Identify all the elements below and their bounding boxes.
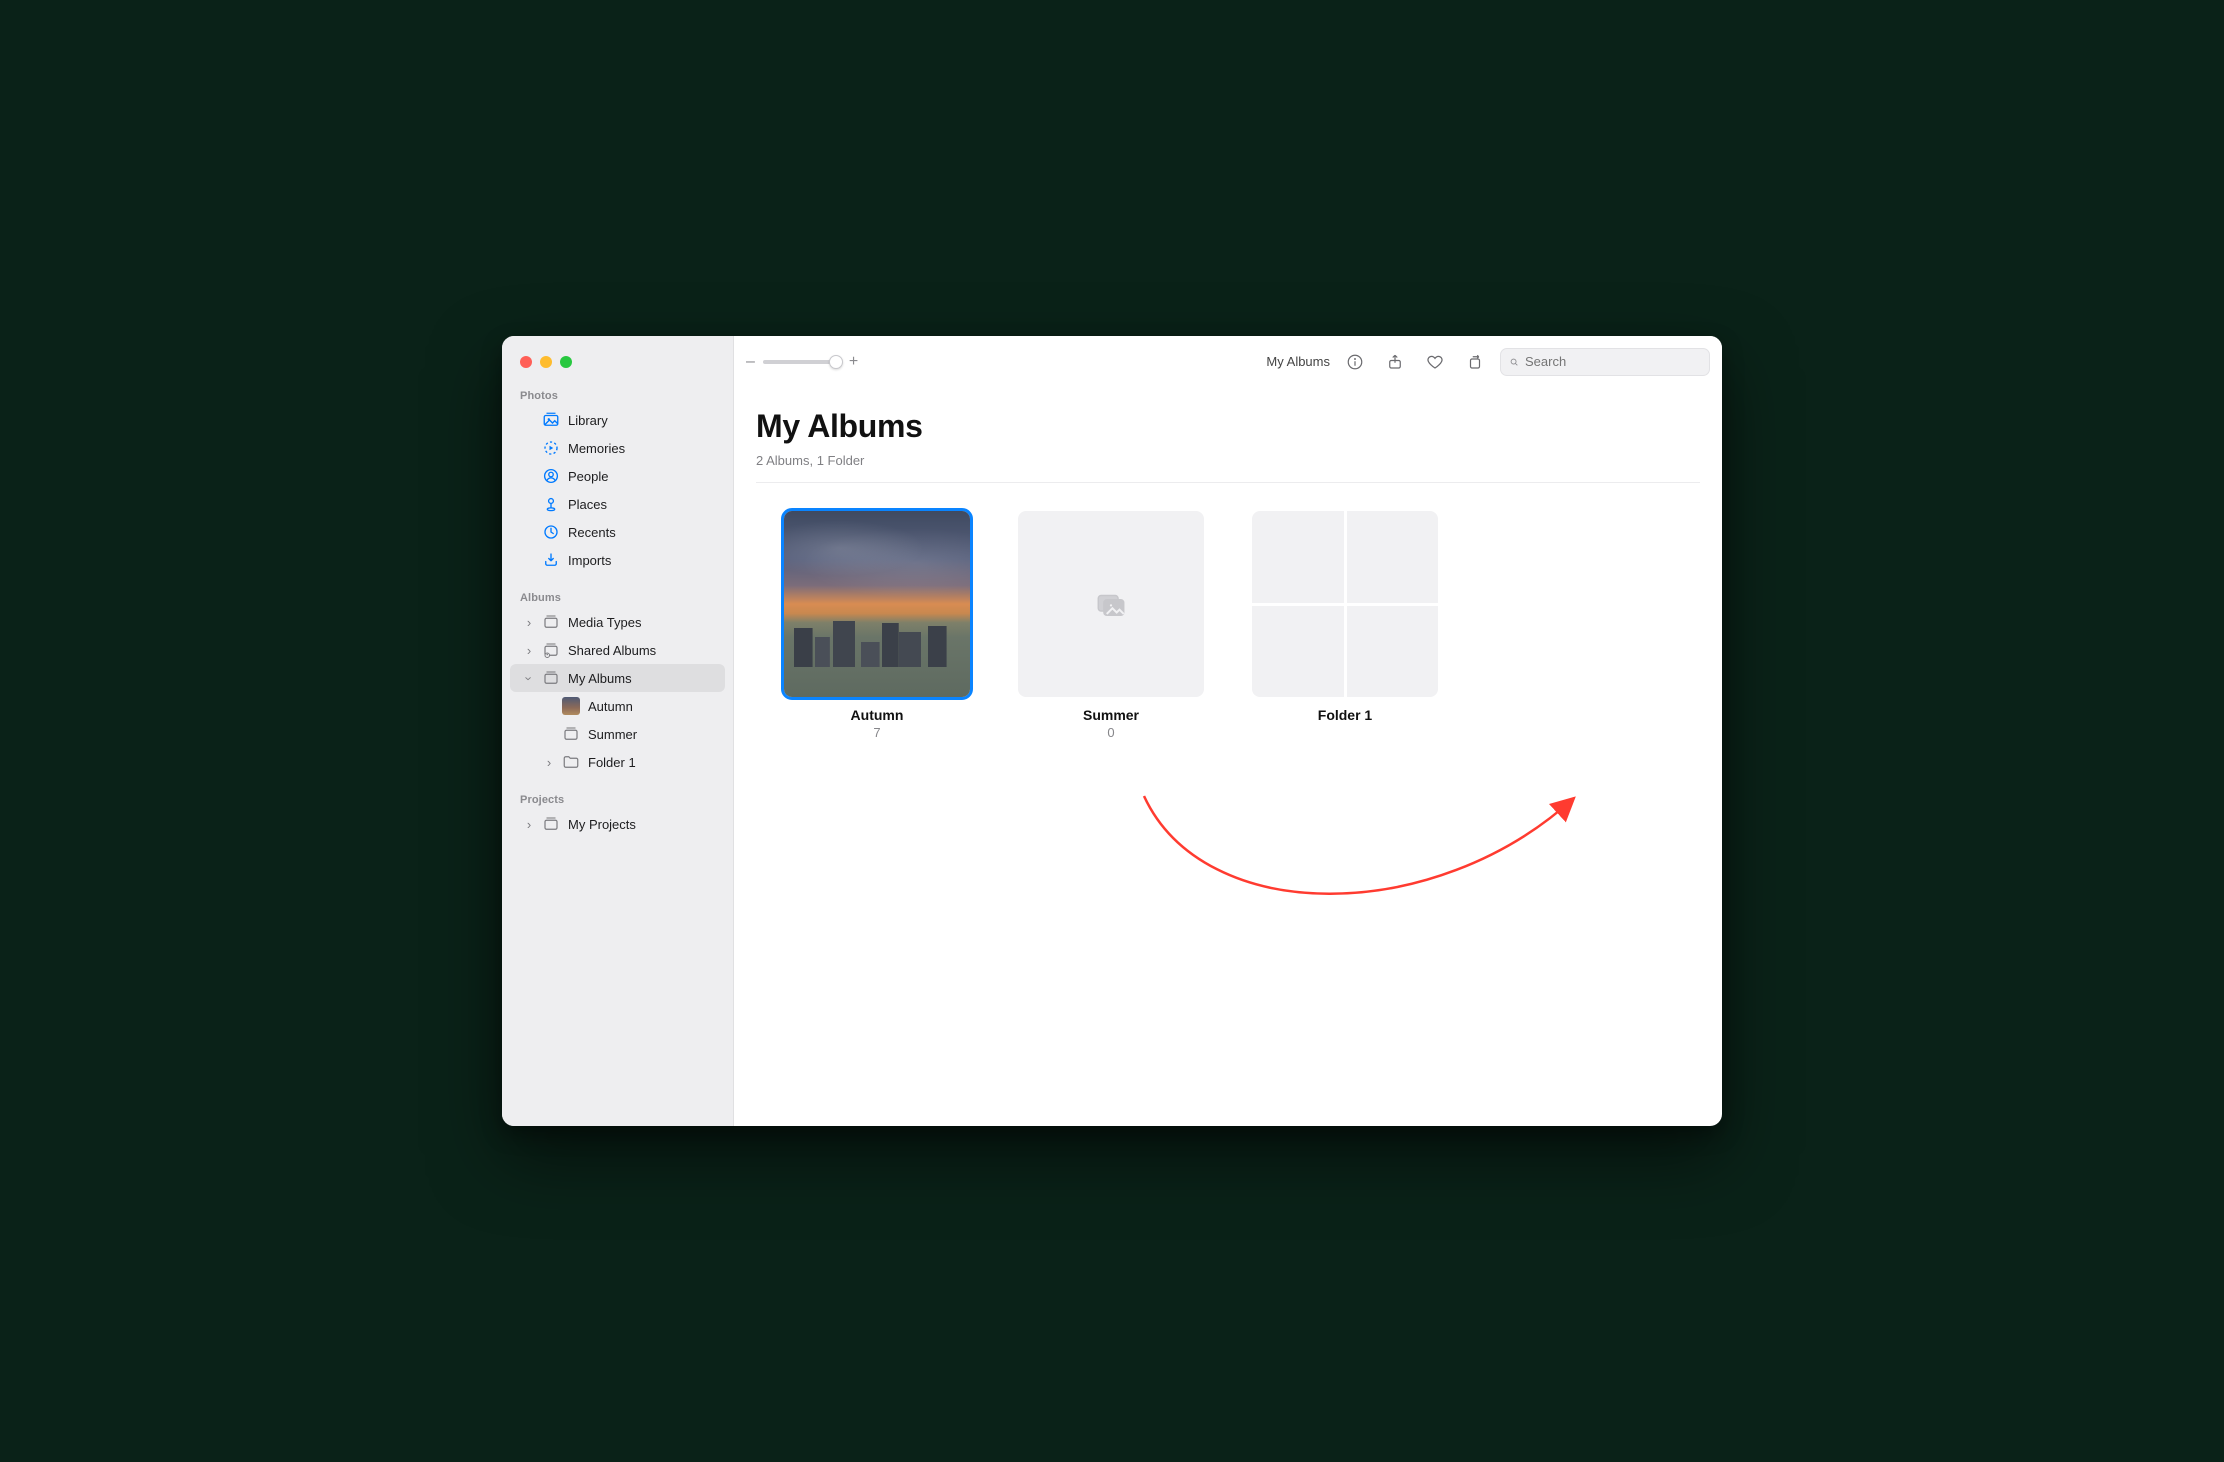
window-controls (502, 346, 733, 384)
sidebar-item-label: Media Types (568, 615, 641, 630)
sidebar-item-label: Places (568, 497, 607, 512)
chevron-right-icon[interactable]: › (524, 817, 534, 832)
library-icon (542, 411, 560, 429)
album-title: Autumn (851, 707, 904, 723)
sidebar-item-label: My Projects (568, 817, 636, 832)
shared-album-icon (542, 641, 560, 659)
zoom-out-button[interactable]: – (746, 353, 755, 371)
sidebar-item-my-projects[interactable]: › My Projects (510, 810, 725, 838)
places-icon (542, 495, 560, 513)
sidebar-item-memories[interactable]: › Memories (510, 434, 725, 462)
share-button[interactable] (1380, 349, 1410, 375)
annotation-arrow (1034, 726, 1634, 946)
album-cover[interactable] (784, 511, 970, 697)
sidebar: Photos › Library › Memories › People › (502, 336, 734, 1126)
search-icon (1509, 355, 1519, 369)
memories-icon (542, 439, 560, 457)
album-cover[interactable] (1018, 511, 1204, 697)
album-thumbnail-icon (562, 697, 580, 715)
imports-icon (542, 551, 560, 569)
sidebar-item-label: Recents (568, 525, 616, 540)
sidebar-item-people[interactable]: › People (510, 462, 725, 490)
sidebar-group-label-photos: Photos (502, 384, 733, 406)
album-title: Summer (1083, 707, 1139, 723)
album-count: 0 (1107, 725, 1114, 740)
chevron-right-icon[interactable]: › (524, 643, 534, 658)
sidebar-group-label-projects: Projects (502, 788, 733, 810)
album-card-autumn[interactable]: Autumn 7 (784, 511, 970, 740)
album-thumbnail-image (784, 511, 970, 697)
sidebar-item-recents[interactable]: › Recents (510, 518, 725, 546)
album-grid: Autumn 7 Summer 0 (756, 483, 1700, 740)
album-icon (542, 815, 560, 833)
sidebar-item-label: Memories (568, 441, 625, 456)
sidebar-item-imports[interactable]: › Imports (510, 546, 725, 574)
main-area: – + My Albums My Album (734, 336, 1722, 1126)
sidebar-item-label: Shared Albums (568, 643, 656, 658)
chevron-down-icon[interactable]: › (522, 673, 537, 683)
sidebar-item-summer[interactable]: › Summer (510, 720, 725, 748)
album-icon (542, 669, 560, 687)
toolbar-title: My Albums (1266, 354, 1330, 369)
sidebar-item-label: My Albums (568, 671, 632, 686)
page-title: My Albums (756, 408, 1700, 445)
album-icon (562, 725, 580, 743)
sidebar-item-label: People (568, 469, 608, 484)
zoom-control[interactable]: – + (746, 353, 858, 371)
photos-app-window: Photos › Library › Memories › People › (502, 336, 1722, 1126)
sidebar-item-places[interactable]: › Places (510, 490, 725, 518)
empty-photos-icon (1094, 587, 1128, 621)
page-subtitle: 2 Albums, 1 Folder (756, 453, 1700, 468)
chevron-right-icon[interactable]: › (544, 755, 554, 770)
album-count: 7 (873, 725, 880, 740)
sidebar-item-folder-1[interactable]: › Folder 1 (510, 748, 725, 776)
sidebar-item-my-albums[interactable]: › My Albums (510, 664, 725, 692)
sidebar-item-autumn[interactable]: › Autumn (510, 692, 725, 720)
sidebar-group-label-albums: Albums (502, 586, 733, 608)
people-icon (542, 467, 560, 485)
sidebar-item-label: Summer (588, 727, 637, 742)
folder-card-folder-1[interactable]: Folder 1 (1252, 511, 1438, 740)
sidebar-item-label: Imports (568, 553, 611, 568)
favorite-button[interactable] (1420, 349, 1450, 375)
zoom-slider[interactable] (763, 360, 841, 364)
album-card-summer[interactable]: Summer 0 (1018, 511, 1204, 740)
toolbar: – + My Albums (734, 336, 1722, 388)
window-minimize-button[interactable] (540, 356, 552, 368)
sidebar-item-label: Library (568, 413, 608, 428)
zoom-in-button[interactable]: + (849, 353, 858, 371)
search-input[interactable] (1525, 354, 1701, 369)
folder-icon (562, 753, 580, 771)
recents-icon (542, 523, 560, 541)
sidebar-item-label: Folder 1 (588, 755, 636, 770)
chevron-right-icon[interactable]: › (524, 615, 534, 630)
search-field[interactable] (1500, 348, 1710, 376)
window-close-button[interactable] (520, 356, 532, 368)
folder-cover[interactable] (1252, 511, 1438, 697)
info-button[interactable] (1340, 349, 1370, 375)
sidebar-item-label: Autumn (588, 699, 633, 714)
sidebar-item-shared-albums[interactable]: › Shared Albums (510, 636, 725, 664)
album-icon (542, 613, 560, 631)
window-zoom-button[interactable] (560, 356, 572, 368)
sidebar-item-library[interactable]: › Library (510, 406, 725, 434)
content: My Albums 2 Albums, 1 Folder Autumn 7 (734, 388, 1722, 740)
sidebar-item-media-types[interactable]: › Media Types (510, 608, 725, 636)
rotate-button[interactable] (1460, 349, 1490, 375)
folder-title: Folder 1 (1318, 707, 1372, 723)
